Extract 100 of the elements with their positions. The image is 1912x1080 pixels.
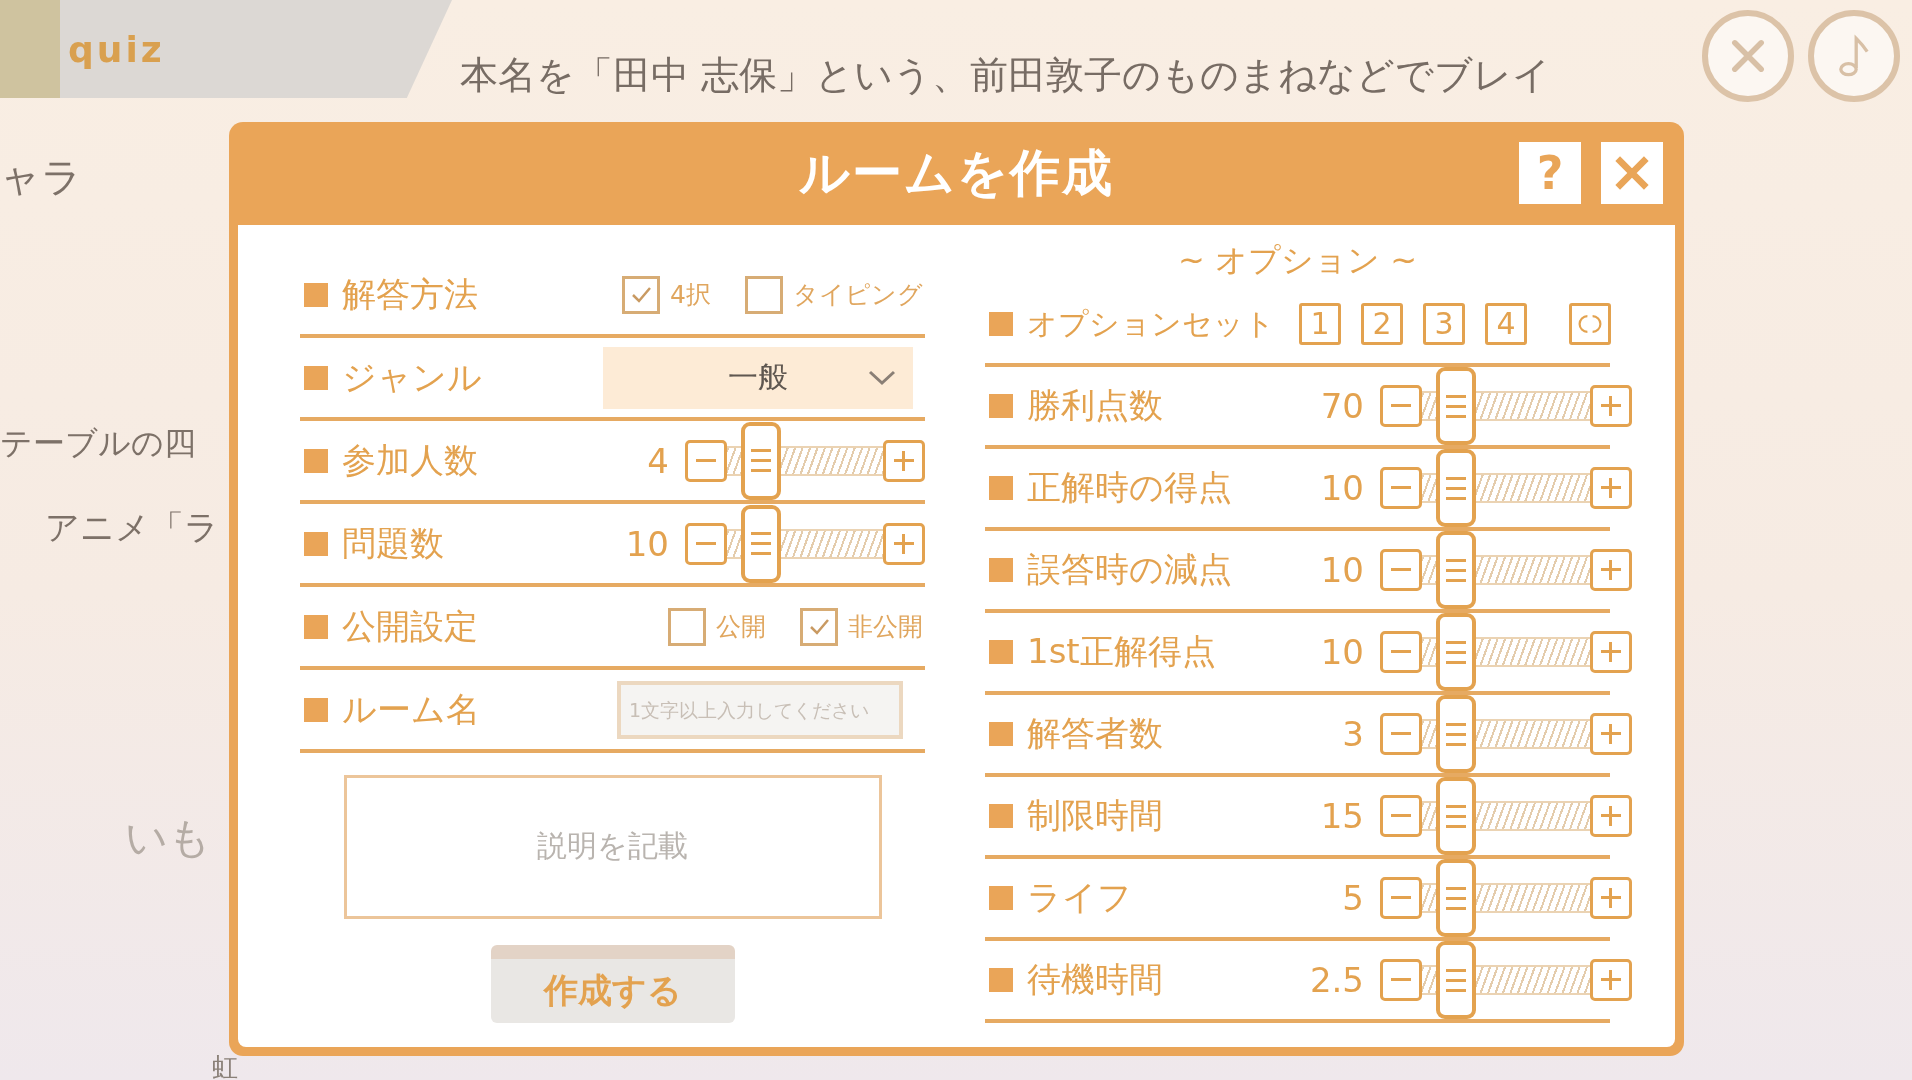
setting-label: ジャンル	[342, 355, 483, 399]
chevron-icon	[867, 368, 897, 387]
slider-track[interactable]	[1422, 449, 1590, 527]
create-button[interactable]: 作成する	[490, 945, 735, 1023]
setting-label: 問題数	[342, 521, 445, 565]
setting-label: 正解時の得点	[1027, 466, 1233, 509]
slider-thumb[interactable]	[741, 504, 781, 583]
slider-thumb[interactable]	[1436, 613, 1476, 691]
setting-value: 3	[1342, 714, 1364, 754]
plus-button[interactable]	[1590, 959, 1632, 1001]
plus-button[interactable]	[1590, 877, 1632, 919]
plus-button[interactable]	[1590, 631, 1632, 673]
minus-button[interactable]	[1380, 713, 1422, 755]
background-text: テーブルの四	[0, 423, 196, 464]
background-text: いも	[125, 812, 211, 864]
setting-label: 解答方法	[342, 272, 479, 316]
slider-track[interactable]	[1422, 859, 1590, 937]
slider-thumb[interactable]	[1436, 695, 1476, 773]
checkbox-label: 4択	[670, 279, 711, 311]
bullet-icon	[989, 722, 1013, 746]
bullet-icon	[989, 394, 1013, 418]
setting-label: 勝利点数	[1027, 384, 1164, 427]
setting-value: 10	[1320, 550, 1364, 590]
checkbox-label: 非公開	[848, 611, 923, 643]
bullet-icon	[989, 640, 1013, 664]
bullet-icon	[989, 968, 1013, 992]
checkbox[interactable]	[800, 607, 838, 646]
setting-value: 15	[1320, 796, 1364, 836]
setting-label: 公開設定	[342, 604, 479, 648]
setting-value: 10	[1320, 468, 1364, 508]
reset-button[interactable]	[1569, 303, 1611, 345]
options-heading: ~ オプション ~	[1177, 240, 1418, 281]
minus-button[interactable]	[1380, 549, 1422, 591]
slider-track[interactable]	[1422, 941, 1590, 1019]
checkbox[interactable]	[668, 607, 706, 646]
setting-value: 70	[1320, 386, 1364, 426]
slider-thumb[interactable]	[741, 421, 781, 500]
checkbox-label: タイピング	[793, 279, 923, 311]
bullet-icon	[989, 886, 1013, 910]
slider-thumb[interactable]	[1436, 367, 1476, 445]
option-set-button[interactable]: 2	[1361, 303, 1403, 345]
bullet-icon	[304, 614, 328, 639]
slider-thumb[interactable]	[1436, 859, 1476, 937]
background-text: 虹	[212, 1051, 238, 1080]
quiz-tab[interactable]: quiz	[0, 0, 452, 98]
slider-track[interactable]	[1422, 367, 1590, 445]
slider-thumb[interactable]	[1436, 449, 1476, 527]
room-name-field[interactable]: 1文字以上入力してください	[617, 680, 903, 739]
bullet-icon	[989, 804, 1013, 828]
slider-thumb[interactable]	[1436, 531, 1476, 609]
plus-button[interactable]	[883, 439, 925, 482]
slider-track[interactable]	[1422, 695, 1590, 773]
description-field[interactable]: 説明を記載	[343, 775, 882, 919]
setting-value: 4	[647, 440, 669, 481]
dialog-title: ルームを作成	[799, 143, 1114, 204]
slider-thumb[interactable]	[1436, 941, 1476, 1019]
minus-button[interactable]	[1380, 385, 1422, 427]
setting-value: 10	[625, 523, 669, 564]
plus-button[interactable]	[883, 522, 925, 565]
slider-track[interactable]	[1422, 531, 1590, 609]
slider-thumb[interactable]	[1436, 777, 1476, 855]
plus-button[interactable]	[1590, 795, 1632, 837]
genre-dropdown[interactable]: 一般	[603, 346, 913, 409]
setting-label: 解答者数	[1027, 712, 1164, 755]
option-set-button[interactable]: 3	[1423, 303, 1465, 345]
option-set-button[interactable]: 4	[1485, 303, 1527, 345]
setting-label: 誤答時の減点	[1027, 548, 1233, 591]
background-text: ャラ	[0, 153, 82, 202]
minus-button[interactable]	[1380, 877, 1422, 919]
option-set-button[interactable]: 1	[1299, 303, 1341, 345]
bullet-icon	[989, 558, 1013, 582]
setting-label: ライフ	[1027, 876, 1133, 919]
setting-label: 待機時間	[1027, 958, 1164, 1001]
checkbox[interactable]	[622, 275, 661, 314]
setting-label: 1st正解得点	[1027, 630, 1217, 673]
slider-track[interactable]	[1422, 777, 1590, 855]
minus-button[interactable]	[1380, 959, 1422, 1001]
setting-label: 制限時間	[1027, 794, 1164, 837]
minus-button[interactable]	[1380, 631, 1422, 673]
plus-button[interactable]	[1590, 385, 1632, 427]
plus-button[interactable]	[1590, 467, 1632, 509]
setting-label: 参加人数	[342, 438, 479, 482]
setting-value: 5	[1342, 878, 1364, 918]
plus-button[interactable]	[1590, 549, 1632, 591]
bullet-icon	[304, 365, 328, 390]
minus-button[interactable]	[685, 439, 727, 482]
minus-button[interactable]	[1380, 795, 1422, 837]
plus-button[interactable]	[1590, 713, 1632, 755]
checkbox[interactable]	[745, 275, 783, 314]
background-text: アニメ「ラ	[45, 506, 219, 549]
minus-button[interactable]	[685, 522, 727, 565]
slider-track[interactable]	[727, 421, 883, 500]
help-button[interactable]: ?	[1519, 142, 1581, 204]
setting-value: 10	[1320, 632, 1364, 672]
setting-value: 2.5	[1309, 960, 1364, 1000]
slider-track[interactable]	[727, 504, 883, 583]
minus-button[interactable]	[1380, 467, 1422, 509]
slider-track[interactable]	[1422, 613, 1590, 691]
bullet-icon	[989, 476, 1013, 500]
close-button[interactable]	[1601, 142, 1663, 204]
